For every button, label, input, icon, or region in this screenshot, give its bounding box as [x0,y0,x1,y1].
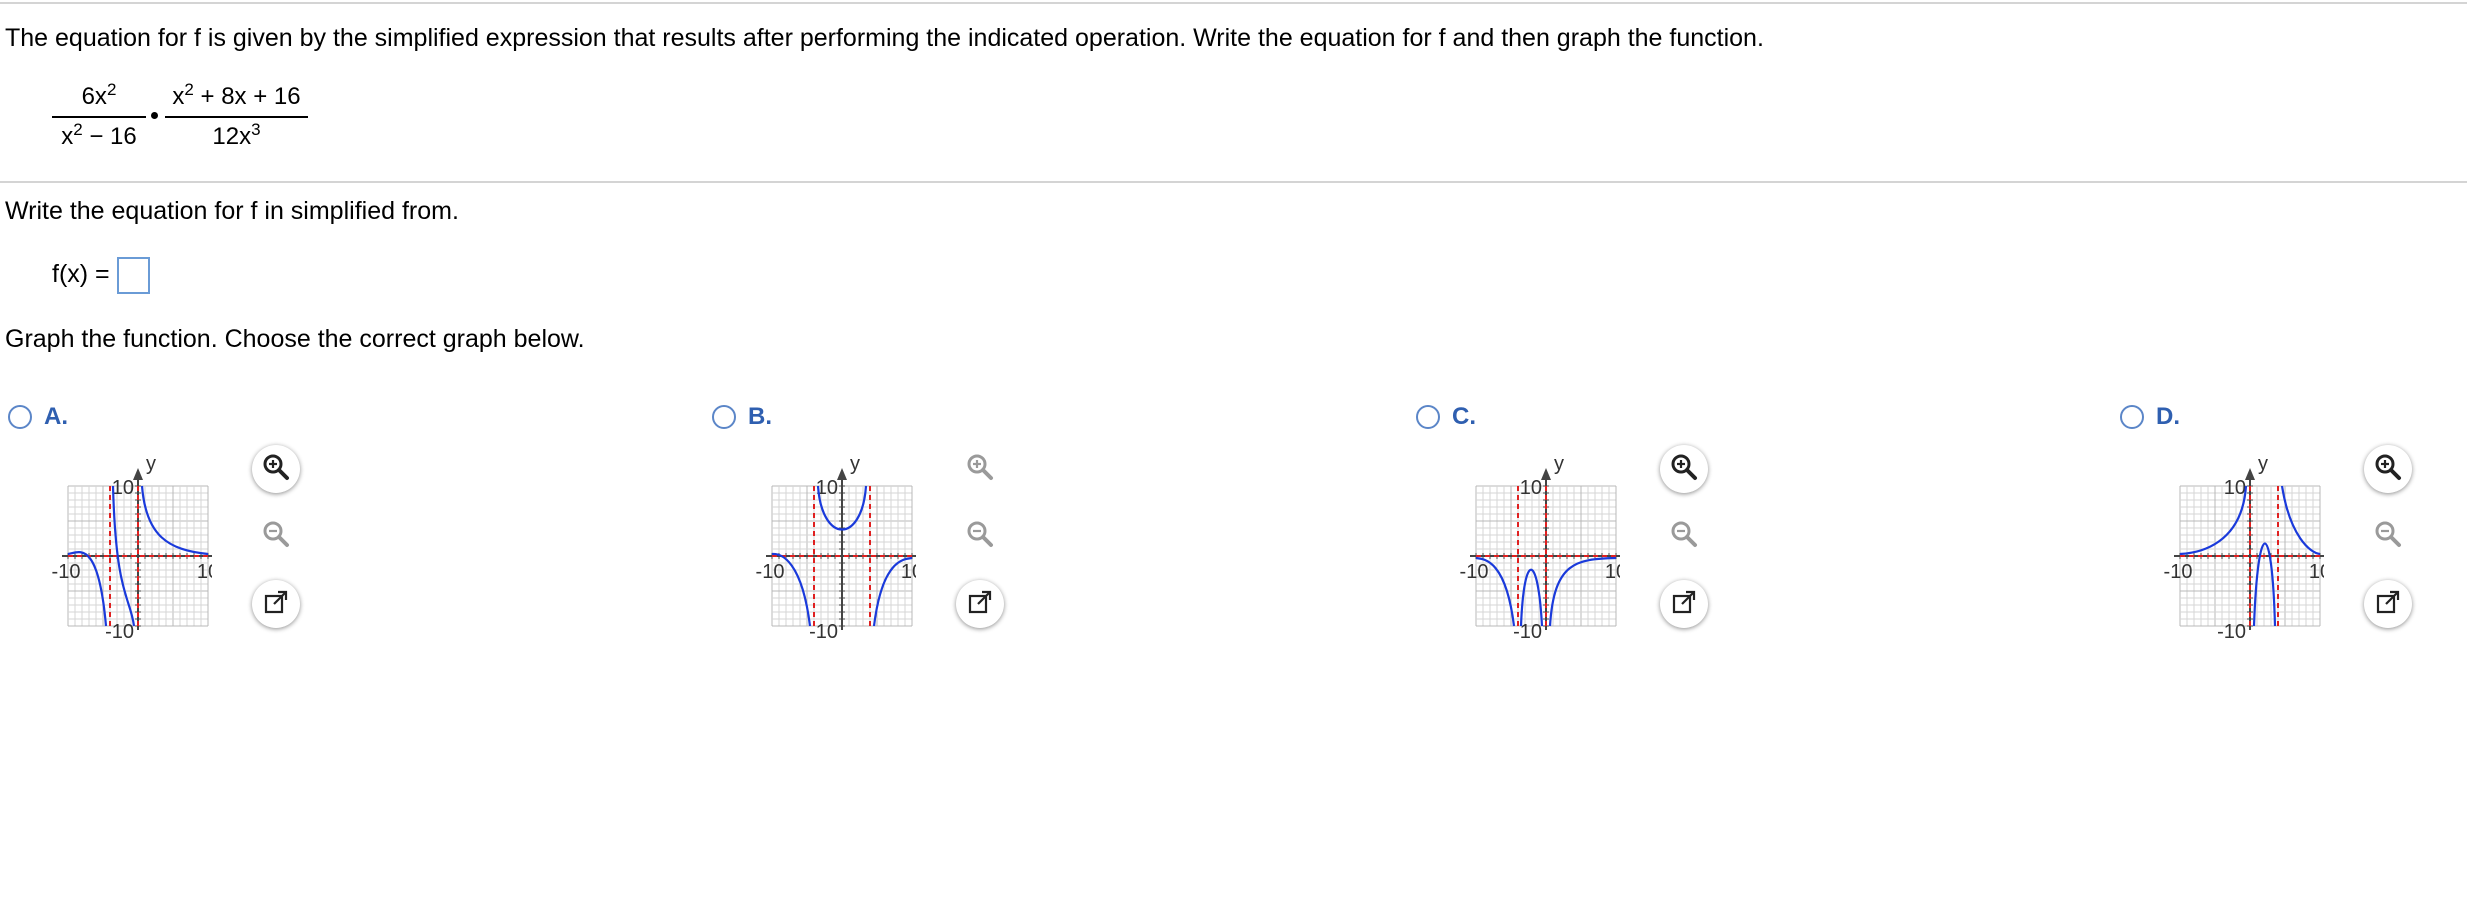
multiply-dot [151,112,158,119]
zoom-out-button[interactable] [1660,512,1708,560]
fraction-1-bar [52,116,146,118]
fraction-2-numerator: x2 + 8x + 16 [172,80,301,110]
fraction-1-numerator: 6x2 [81,80,117,110]
popout-icon [965,587,995,622]
popout-icon [2373,587,2403,622]
option-label[interactable]: B. [748,403,772,431]
popout-icon [1669,587,1699,622]
answer-input[interactable] [117,257,150,294]
y-axis-label: y [146,453,156,475]
x-tick-label-neg: -10 [52,561,81,583]
fraction-2-denominator: 12x3 [212,120,261,150]
y-axis-arrow [837,468,847,480]
zoom-out-button[interactable] [252,512,300,560]
x-tick-label-neg: -10 [756,561,785,583]
popout-button[interactable] [252,580,300,628]
fraction-2: x2 + 8x + 16 12x3 [165,80,308,154]
x-tick-label-pos: 10 [901,561,916,583]
question-prompt: The equation for f is given by the simpl… [5,24,1764,52]
option-label[interactable]: C. [1452,403,1476,431]
fraction-2-bar [165,116,308,118]
y-tick-label-pos: 10 [1520,477,1542,499]
section-divider [0,181,2467,183]
zoom-out-icon [1669,519,1699,554]
zoom-in-icon [2373,452,2403,487]
function-curve [2280,485,2321,556]
answer-label: f(x) = [52,260,110,288]
option-radio[interactable] [712,405,736,429]
popout-button[interactable] [956,580,1004,628]
zoom-out-icon [965,519,995,554]
option-graph: yx10-10-1010 [1460,453,1620,640]
zoom-out-button[interactable] [956,512,1004,560]
option-graph: yx10-10-1010 [52,453,212,640]
fraction-1: 6x2 x2 − 16 [52,80,146,154]
zoom-out-icon [2373,519,2403,554]
y-tick-label-pos: 10 [112,477,134,499]
popout-icon [261,587,291,622]
part1-instruction: Write the equation for f in simplified f… [5,197,459,225]
x-tick-label-neg: -10 [2164,561,2193,583]
zoom-out-button[interactable] [2364,512,2412,560]
x-tick-label-pos: 10 [2309,561,2324,583]
option-radio[interactable] [2120,405,2144,429]
zoom-in-icon [261,452,291,487]
y-axis-arrow [2245,468,2255,480]
zoom-in-icon [1669,452,1699,487]
top-divider [0,2,2467,4]
x-tick-label-pos: 10 [1605,561,1620,583]
y-axis-label: y [1554,453,1564,475]
x-tick-label-neg: -10 [1460,561,1489,583]
option-label[interactable]: D. [2156,403,2180,431]
y-axis-arrow [1541,468,1551,480]
zoom-in-button[interactable] [252,445,300,493]
zoom-in-icon [965,452,995,487]
popout-button[interactable] [2364,580,2412,628]
option-radio[interactable] [8,405,32,429]
y-tick-label-pos: 10 [2224,477,2246,499]
zoom-out-icon [261,519,291,554]
y-tick-label-neg: -10 [2217,621,2246,640]
part2-instruction: Graph the function. Choose the correct g… [5,325,585,353]
y-axis-arrow [133,468,143,480]
popout-button[interactable] [1660,580,1708,628]
x-tick-label-pos: 10 [197,561,212,583]
option-graph: yx10-10-1010 [2164,453,2324,640]
option-graph: yx10-10-1010 [756,453,916,640]
y-axis-label: y [2258,453,2268,475]
y-axis-label: y [850,453,860,475]
fraction-1-denominator: x2 − 16 [61,120,137,150]
zoom-in-button[interactable] [956,445,1004,493]
zoom-in-button[interactable] [2364,445,2412,493]
option-radio[interactable] [1416,405,1440,429]
zoom-in-button[interactable] [1660,445,1708,493]
option-label[interactable]: A. [44,403,68,431]
